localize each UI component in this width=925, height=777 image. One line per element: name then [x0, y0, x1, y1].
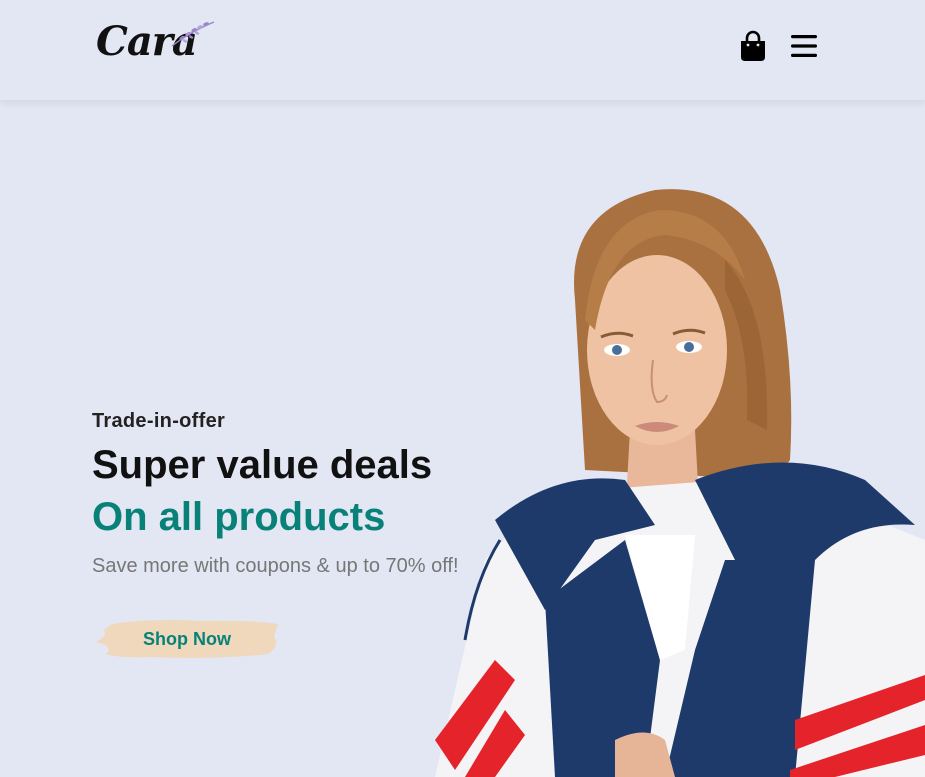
shopping-bag-button[interactable] [738, 30, 768, 62]
hamburger-menu-icon [791, 35, 817, 57]
menu-button[interactable] [789, 33, 819, 59]
hero-content: Trade-in-offer Super value deals On all … [92, 410, 572, 578]
hero-subheadline: On all products [92, 495, 386, 539]
lavender-sprig-icon [171, 21, 215, 47]
shop-now-button[interactable]: Shop Now [92, 616, 282, 662]
hero-headline: Super value deals [92, 443, 433, 487]
site-header: Cara [0, 0, 925, 101]
brand-logo[interactable]: Cara [92, 14, 222, 74]
hero-description: Save more with coupons & up to 70% off! [92, 555, 459, 577]
shop-now-label: Shop Now [143, 629, 231, 649]
shopping-bag-icon [741, 30, 765, 61]
hero-eyebrow: Trade-in-offer [92, 410, 226, 432]
